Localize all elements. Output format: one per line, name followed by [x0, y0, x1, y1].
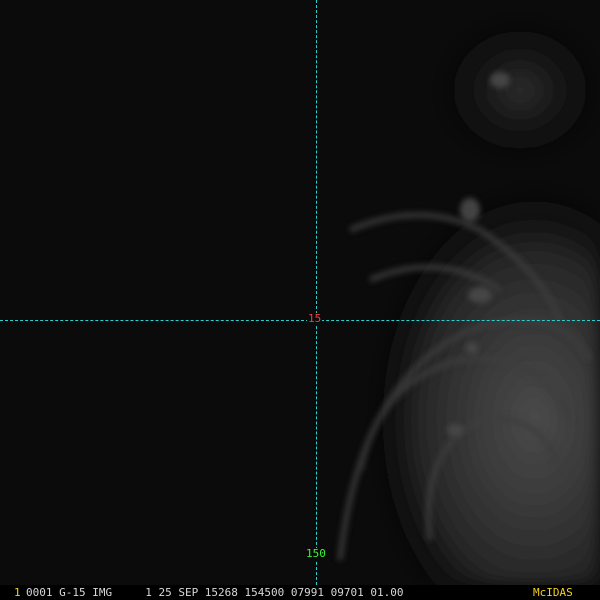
status-bar: 1 0001 G-15 IMG 1 25 SEP 15268 154500 07…	[0, 585, 600, 600]
satellite-cloud-imagery	[0, 0, 600, 585]
image-metadata-text: 0001 G-15 IMG 1 25 SEP 15268 154500 0799…	[26, 586, 404, 599]
satellite-image-viewer: 15 150 1 0001 G-15 IMG 1 25 SEP 15268 15…	[0, 0, 600, 600]
longitude-gridline	[316, 0, 317, 585]
latitude-label: 15	[307, 312, 323, 325]
mcidas-brand: McIDAS	[533, 586, 573, 599]
longitude-label: 150	[305, 547, 327, 560]
latitude-gridline	[0, 320, 600, 321]
frame-number: 1	[14, 586, 21, 599]
